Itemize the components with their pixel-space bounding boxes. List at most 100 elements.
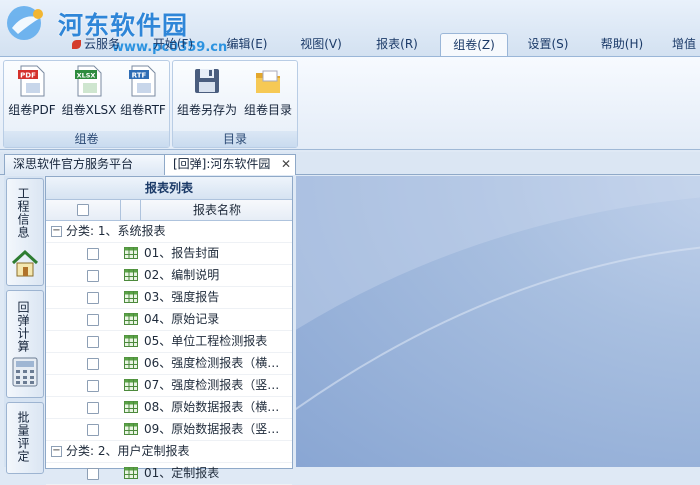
- tab-value-added[interactable]: 增值: [672, 33, 700, 56]
- report-row[interactable]: 08、原始数据报表（横…: [46, 397, 292, 419]
- report-name: 06、强度检测报表（横…: [144, 356, 280, 370]
- doc-tab-label: [回弹]:河东软件园: [173, 157, 271, 171]
- report-grid-icon: [124, 269, 138, 281]
- row-checkbox[interactable]: [87, 336, 99, 348]
- report-name: 01、报告封面: [144, 246, 220, 260]
- report-row[interactable]: 05、单位工程检测报表: [46, 331, 292, 353]
- tab-settings[interactable]: 设置(S): [520, 33, 576, 56]
- tab-view[interactable]: 视图(V): [294, 33, 348, 56]
- rtf-file-icon: RTF: [129, 65, 156, 97]
- close-icon[interactable]: ✕: [281, 155, 291, 174]
- ribbon-group-label: 组卷: [4, 131, 169, 147]
- tab-help[interactable]: 帮助(H): [594, 33, 650, 56]
- button-label: 组卷另存为: [176, 103, 237, 117]
- tab-assemble[interactable]: 组卷(Z): [440, 33, 508, 57]
- category-row[interactable]: − 分类: 1、系统报表: [46, 221, 292, 243]
- report-table-header: 报表名称: [46, 200, 292, 221]
- report-grid-icon: [124, 291, 138, 303]
- row-checkbox[interactable]: [87, 424, 99, 436]
- tab-report[interactable]: 报表(R): [370, 33, 424, 56]
- side-nav: 工程信息 回弹计算 批量评定: [4, 176, 44, 474]
- assemble-xlsx-button[interactable]: XLSX 组卷XLSX: [60, 63, 118, 127]
- ribbon-group-assemble: PDF 组卷PDF XLSX 组卷XLSX RTF 组卷RTF 组卷: [3, 60, 170, 148]
- button-label: 组卷目录: [243, 103, 292, 117]
- row-checkbox[interactable]: [87, 270, 99, 282]
- category-label: 分类: 2、用户定制报表: [66, 444, 190, 458]
- svg-text:RTF: RTF: [132, 72, 147, 80]
- ribbon-panel: PDF 组卷PDF XLSX 组卷XLSX RTF 组卷RTF 组卷 组卷另存为…: [0, 56, 700, 150]
- button-label: 组卷PDF: [8, 103, 56, 117]
- tab-edit[interactable]: 编辑(E): [220, 33, 274, 56]
- side-nav-label: 工程信息: [16, 187, 30, 239]
- svg-text:PDF: PDF: [20, 72, 36, 80]
- column-header-report-name: 报表名称: [192, 203, 241, 217]
- report-list-panel: 报表列表 报表名称 − 分类: 1、系统报表 01、报告封面 02、编制说明 03、…: [45, 176, 293, 485]
- report-row[interactable]: 02、编制说明: [46, 265, 292, 287]
- report-name: 02、编制说明: [144, 268, 220, 282]
- category-label: 分类: 1、系统报表: [66, 224, 166, 238]
- assemble-save-as-button[interactable]: 组卷另存为: [175, 63, 239, 127]
- xlsx-file-icon: XLSX: [75, 65, 102, 97]
- report-name: 09、原始数据报表（竖…: [144, 422, 280, 436]
- report-name: 05、单位工程检测报表: [144, 334, 268, 348]
- app-logo-icon: [7, 6, 43, 40]
- category-row[interactable]: − 分类: 2、用户定制报表: [46, 441, 292, 463]
- assemble-rtf-button[interactable]: RTF 组卷RTF: [118, 63, 168, 127]
- report-row[interactable]: 09、原始数据报表（竖…: [46, 419, 292, 441]
- doc-tab-official-platform[interactable]: 深思软件官方服务平台: [4, 154, 166, 175]
- report-grid-icon: [124, 247, 138, 259]
- cloud-service-icon: [71, 40, 81, 49]
- workspace-background-swoosh: [296, 176, 700, 411]
- side-nav-rebound-calc[interactable]: 回弹计算: [6, 290, 44, 398]
- report-row[interactable]: 07、强度检测报表（竖…: [46, 375, 292, 397]
- assemble-catalog-button[interactable]: 组卷目录: [241, 63, 295, 127]
- tab-start[interactable]: 开始(F): [148, 33, 198, 56]
- report-grid-icon: [124, 313, 138, 325]
- row-checkbox[interactable]: [87, 248, 99, 260]
- side-nav-project-info[interactable]: 工程信息: [6, 178, 44, 286]
- report-row[interactable]: 06、强度检测报表（横…: [46, 353, 292, 375]
- row-checkbox[interactable]: [87, 468, 99, 480]
- assemble-pdf-button[interactable]: PDF 组卷PDF: [6, 63, 58, 127]
- collapse-icon[interactable]: −: [51, 446, 62, 457]
- side-nav-label: 批量评定: [16, 411, 30, 463]
- button-label: 组卷XLSX: [61, 103, 117, 117]
- pdf-file-icon: PDF: [18, 65, 45, 97]
- collapse-icon[interactable]: −: [51, 226, 62, 237]
- side-nav-batch-evaluate[interactable]: 批量评定: [6, 402, 44, 474]
- side-nav-label: 回弹计算: [16, 301, 30, 353]
- row-checkbox[interactable]: [87, 402, 99, 414]
- report-row[interactable]: 04、原始记录: [46, 309, 292, 331]
- document-tab-strip: 深思软件官方服务平台 [回弹]:河东软件园 ✕: [0, 152, 700, 175]
- report-name: 08、原始数据报表（横…: [144, 400, 280, 414]
- report-name: 04、原始记录: [144, 312, 220, 326]
- report-name: 03、强度报告: [144, 290, 220, 304]
- row-checkbox[interactable]: [87, 380, 99, 392]
- save-disk-icon: [195, 69, 219, 93]
- category-items: 01、定制报表: [46, 463, 292, 485]
- report-name: 01、定制报表: [144, 466, 220, 480]
- report-grid-icon: [124, 357, 138, 369]
- ribbon-tab-strip: 河东软件园 www.pc0359.cn 云服务 开始(F) 编辑(E) 视图(V…: [0, 0, 700, 57]
- main-workspace: [296, 176, 700, 467]
- row-checkbox[interactable]: [87, 314, 99, 326]
- row-checkbox[interactable]: [87, 292, 99, 304]
- tab-cloud-service[interactable]: 云服务: [70, 33, 122, 56]
- ribbon-group-label: 目录: [173, 131, 297, 147]
- report-name: 07、强度检测报表（竖…: [144, 378, 280, 392]
- column-divider: [140, 200, 141, 220]
- ribbon-group-catalog: 组卷另存为 组卷目录 目录: [172, 60, 298, 148]
- select-all-checkbox[interactable]: [77, 204, 89, 216]
- svg-text:XLSX: XLSX: [77, 72, 96, 80]
- doc-tab-rebound[interactable]: [回弹]:河东软件园 ✕: [164, 154, 296, 175]
- report-grid-icon: [124, 401, 138, 413]
- report-row[interactable]: 01、报告封面: [46, 243, 292, 265]
- report-grid-icon: [124, 423, 138, 435]
- report-row[interactable]: 01、定制报表: [46, 463, 292, 485]
- calculator-icon: [12, 357, 38, 387]
- row-checkbox[interactable]: [87, 358, 99, 370]
- report-grid-icon: [124, 379, 138, 391]
- category-items: 01、报告封面 02、编制说明 03、强度报告 04、原始记录 05、单位工程检测报表 0…: [46, 243, 292, 441]
- report-row[interactable]: 03、强度报告: [46, 287, 292, 309]
- report-grid-icon: [124, 467, 138, 479]
